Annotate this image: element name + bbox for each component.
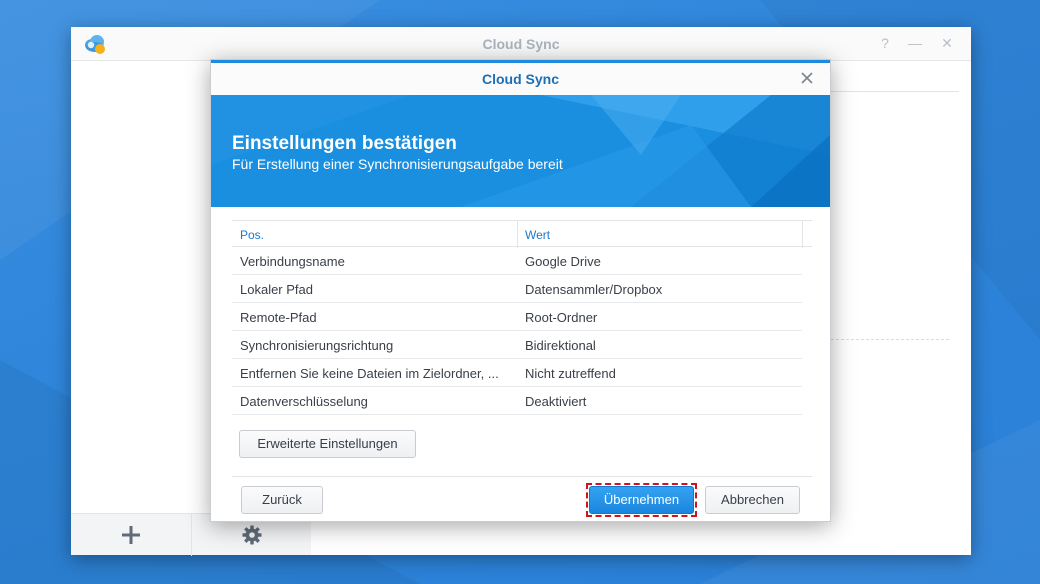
row-value: Nicht zutreffend <box>525 366 616 381</box>
column-separator <box>802 221 803 248</box>
column-separator <box>517 221 518 248</box>
row-value: Datensammler/Dropbox <box>525 282 663 297</box>
dialog-banner: Einstellungen bestätigen Für Erstellung … <box>211 95 830 207</box>
row-value: Deaktiviert <box>525 394 587 409</box>
table-row: Entfernen Sie keine Dateien im Zielordne… <box>232 359 802 387</box>
column-header-wert[interactable]: Wert <box>525 228 550 242</box>
row-label: Lokaler Pfad <box>240 282 313 297</box>
row-label: Verbindungsname <box>240 254 345 269</box>
advanced-settings-button[interactable]: Erweiterte Einstellungen <box>239 430 416 458</box>
gear-icon <box>242 525 261 545</box>
list-divider <box>831 91 959 92</box>
table-row: Synchronisierungsrichtung Bidirektional <box>232 331 802 359</box>
table-row: Remote-Pfad Root-Ordner <box>232 303 802 331</box>
apply-button-highlight: Übernehmen <box>586 483 697 517</box>
help-icon[interactable]: ? <box>877 35 893 51</box>
row-value: Google Drive <box>525 254 601 269</box>
row-label: Datenverschlüsselung <box>240 394 368 409</box>
row-label: Synchronisierungsrichtung <box>240 338 394 353</box>
row-label: Remote-Pfad <box>240 310 317 325</box>
app-title: Cloud Sync <box>482 36 560 52</box>
back-button[interactable]: Zurück <box>241 486 323 514</box>
banner-title: Einstellungen bestätigen <box>232 133 457 154</box>
dialog-titlebar: Cloud Sync <box>211 60 830 95</box>
banner-subtitle: Für Erstellung einer Synchronisierungsau… <box>232 156 563 172</box>
dialog-title: Cloud Sync <box>481 71 559 87</box>
dialog-close-icon[interactable] <box>798 69 816 87</box>
list-divider-dashed <box>831 339 949 340</box>
minimize-icon[interactable]: — <box>907 35 923 51</box>
add-icon <box>122 526 140 544</box>
add-button[interactable] <box>71 514 191 556</box>
column-header-pos[interactable]: Pos. <box>240 228 264 242</box>
row-value: Root-Ordner <box>525 310 598 325</box>
table-header: Pos. Wert <box>232 220 812 248</box>
confirm-settings-dialog: Cloud Sync Einstellungen bestätigen Für … <box>210 59 831 522</box>
table-row: Verbindungsname Google Drive <box>232 247 802 275</box>
row-value: Bidirektional <box>525 338 596 353</box>
settings-summary-table: Pos. Wert Verbindungsname Google Drive L… <box>232 220 812 415</box>
apply-button[interactable]: Übernehmen <box>589 486 694 514</box>
cancel-button[interactable]: Abbrechen <box>705 486 800 514</box>
table-row: Datenverschlüsselung Deaktiviert <box>232 387 802 415</box>
table-row: Lokaler Pfad Datensammler/Dropbox <box>232 275 802 303</box>
close-icon[interactable]: ✕ <box>939 35 955 51</box>
row-label: Entfernen Sie keine Dateien im Zielordne… <box>240 366 499 381</box>
app-titlebar: Cloud Sync ? — ✕ <box>71 27 971 61</box>
footer-divider <box>232 476 812 477</box>
